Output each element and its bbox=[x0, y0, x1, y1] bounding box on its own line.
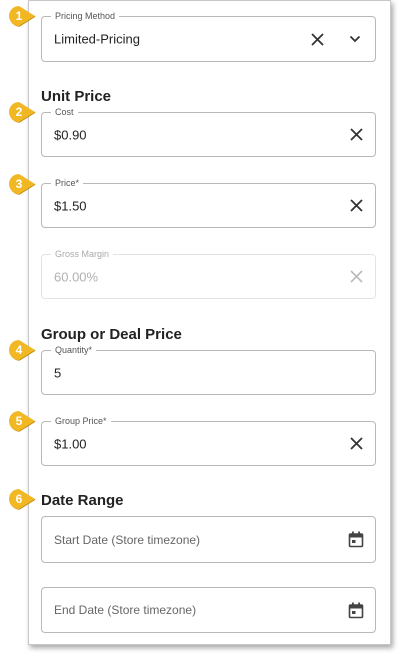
step-badge-5: 5 bbox=[8, 410, 36, 432]
end-date-placeholder: End Date (Store timezone) bbox=[54, 603, 197, 617]
quantity-value: 5 bbox=[54, 365, 62, 380]
end-date-field[interactable]: End Date (Store timezone) bbox=[41, 587, 376, 633]
pricing-method-select[interactable]: Pricing Method Limited-Pricing bbox=[41, 10, 376, 62]
start-date-placeholder: Start Date (Store timezone) bbox=[54, 532, 201, 547]
group-price-label: Group Price* bbox=[51, 415, 111, 427]
gross-margin-value: 60.00% bbox=[54, 269, 99, 284]
gross-margin-label: Gross Margin bbox=[51, 248, 114, 260]
price-label: Price* bbox=[51, 177, 84, 189]
cost-field[interactable]: Cost $0.90 bbox=[41, 106, 376, 157]
chevron-down-icon[interactable] bbox=[346, 30, 364, 48]
group-price-value: $1.00 bbox=[54, 436, 87, 451]
close-icon[interactable] bbox=[347, 197, 365, 215]
pricing-method-value: Limited-Pricing bbox=[54, 31, 140, 47]
group-price-heading: Group or Deal Price bbox=[41, 326, 182, 343]
quantity-field[interactable]: Quantity* 5 bbox=[41, 344, 376, 395]
price-value: $1.50 bbox=[54, 198, 87, 213]
step-badge-6: 6 bbox=[8, 488, 36, 510]
step-badge-2: 2 bbox=[8, 101, 36, 123]
price-field[interactable]: Price* $1.50 bbox=[41, 177, 376, 228]
calendar-icon[interactable] bbox=[347, 601, 365, 619]
group-price-field[interactable]: Group Price* $1.00 bbox=[41, 415, 376, 466]
gross-margin-field: Gross Margin 60.00% bbox=[41, 248, 376, 299]
close-icon[interactable] bbox=[347, 126, 365, 144]
unit-price-heading: Unit Price bbox=[41, 88, 112, 105]
close-icon[interactable] bbox=[347, 435, 365, 453]
date-range-heading: Date Range bbox=[41, 492, 124, 509]
quantity-label: Quantity* bbox=[51, 344, 97, 356]
calendar-icon[interactable] bbox=[347, 531, 365, 549]
step-badge-3: 3 bbox=[8, 173, 36, 195]
step-badge-1: 1 bbox=[8, 5, 36, 27]
pricing-method-label: Pricing Method bbox=[51, 10, 120, 22]
close-icon bbox=[347, 268, 365, 286]
start-date-field[interactable]: Start Date (Store timezone) bbox=[41, 516, 376, 563]
step-badge-4: 4 bbox=[8, 339, 36, 361]
close-icon[interactable] bbox=[308, 30, 326, 48]
cost-value: $0.90 bbox=[54, 127, 87, 142]
cost-label: Cost bbox=[51, 106, 78, 118]
